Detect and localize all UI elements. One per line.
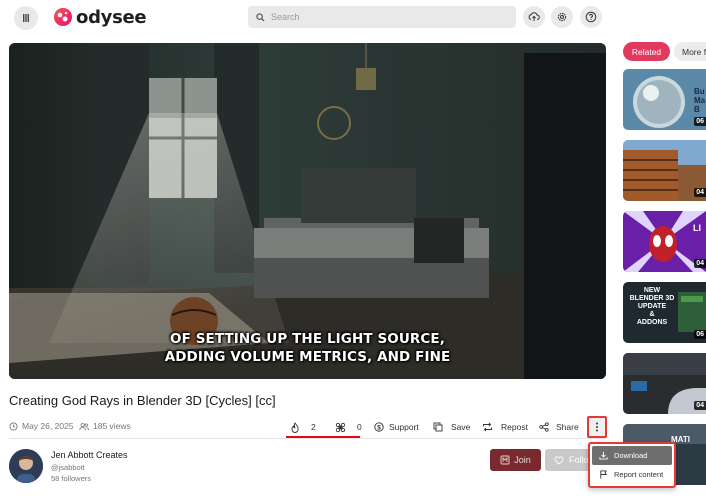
svg-text:$: $ xyxy=(377,424,381,431)
fire-count: 2 xyxy=(311,422,316,432)
divider xyxy=(9,438,606,439)
channel-handle[interactable]: @jsabbott xyxy=(51,463,85,472)
upload-icon xyxy=(528,12,540,21)
date-text: May 26, 2025 xyxy=(22,421,74,431)
subtitle-line-1: OF SETTING UP THE LIGHT SOURCE, xyxy=(170,331,445,347)
repost-icon xyxy=(483,422,492,432)
playlist-add-icon xyxy=(433,422,443,432)
heart-icon xyxy=(554,455,564,465)
download-label: Download xyxy=(614,451,648,460)
avatar-image xyxy=(9,449,43,483)
more-options-menu: Download Report content xyxy=(588,442,676,488)
odysee-logo[interactable]: odysee xyxy=(53,5,147,29)
dollar-icon: $ xyxy=(374,422,384,432)
menu-item-report[interactable]: Report content xyxy=(592,465,672,484)
search-bar[interactable] xyxy=(248,6,516,28)
share-label: Share xyxy=(556,422,579,432)
repost-label: Repost xyxy=(501,422,528,432)
related-video-4[interactable]: NEW BLENDER 3D UPDATE & ADDONS 06 xyxy=(623,282,706,343)
support-label: Support xyxy=(389,422,419,432)
save-label: Save xyxy=(451,422,471,432)
video-title: Creating God Rays in Blender 3D [Cycles]… xyxy=(9,393,276,408)
settings-button[interactable] xyxy=(551,6,573,28)
view-count: 185 views xyxy=(79,421,131,431)
users-icon xyxy=(79,422,89,430)
clock-icon xyxy=(9,421,18,431)
publish-date: May 26, 2025 xyxy=(9,421,74,431)
thumb-3-text: LI xyxy=(693,223,701,233)
settings-icon xyxy=(557,12,567,22)
repost-button[interactable]: Repost xyxy=(482,416,528,438)
slime-reaction-button[interactable]: 0 xyxy=(335,416,362,438)
report-label: Report content xyxy=(614,470,664,479)
top-bar: odysee xyxy=(0,0,706,34)
views-text: 185 views xyxy=(93,421,131,431)
duration-badge: 06 xyxy=(694,330,706,339)
tab-more-from[interactable]: More f xyxy=(674,42,706,61)
subtitle-line-2: ADDING VOLUME METRICS, AND FINE xyxy=(164,349,451,365)
duration-badge: 04 xyxy=(694,401,706,410)
duration-badge: 06 xyxy=(694,117,706,126)
follower-count: 58 followers xyxy=(51,474,92,483)
flag-icon xyxy=(600,470,607,479)
support-button[interactable]: $ Support xyxy=(374,416,419,438)
menu-item-download[interactable]: Download xyxy=(592,446,672,465)
more-options-button[interactable] xyxy=(587,416,607,438)
video-player[interactable]: OF SETTING UP THE LIGHT SOURCE, ADDING V… xyxy=(9,43,606,379)
channel-avatar[interactable] xyxy=(9,449,43,483)
related-video-2[interactable]: 04 xyxy=(623,140,706,201)
download-icon xyxy=(599,451,608,460)
upload-button[interactable] xyxy=(523,6,545,28)
join-label: Join xyxy=(514,455,531,465)
help-button[interactable] xyxy=(580,6,602,28)
save-button[interactable]: Save xyxy=(433,416,470,438)
tab-related[interactable]: Related xyxy=(623,42,670,61)
channel-name[interactable]: Jen Abbott Creates xyxy=(51,450,128,460)
thumb-1-text: Bu Ma B xyxy=(694,87,706,114)
membership-icon xyxy=(500,455,510,465)
search-input[interactable] xyxy=(271,12,501,22)
logo-text: odysee xyxy=(76,6,147,28)
duration-badge: 04 xyxy=(694,259,706,268)
related-video-1[interactable]: Bu Ma B 06 xyxy=(623,69,706,130)
menu-icon xyxy=(23,14,29,22)
share-button[interactable]: Share xyxy=(539,416,579,438)
help-icon xyxy=(585,11,597,23)
thumb-4-text: NEW BLENDER 3D UPDATE & ADDONS xyxy=(629,287,675,326)
search-icon xyxy=(256,12,265,22)
duration-badge: 04 xyxy=(694,188,706,197)
more-vertical-icon xyxy=(596,422,598,432)
join-button[interactable]: Join xyxy=(490,449,541,471)
related-video-5[interactable]: 04 xyxy=(623,353,706,414)
slime-icon xyxy=(335,422,346,432)
slime-count: 0 xyxy=(357,422,362,432)
related-video-3[interactable]: LI 04 xyxy=(623,211,706,272)
share-icon xyxy=(539,422,549,432)
odysee-logo-icon xyxy=(54,8,72,26)
fire-reaction-button[interactable]: 2 xyxy=(290,416,316,438)
video-frame xyxy=(9,43,606,379)
menu-button[interactable] xyxy=(14,6,38,30)
fire-icon xyxy=(291,421,299,433)
